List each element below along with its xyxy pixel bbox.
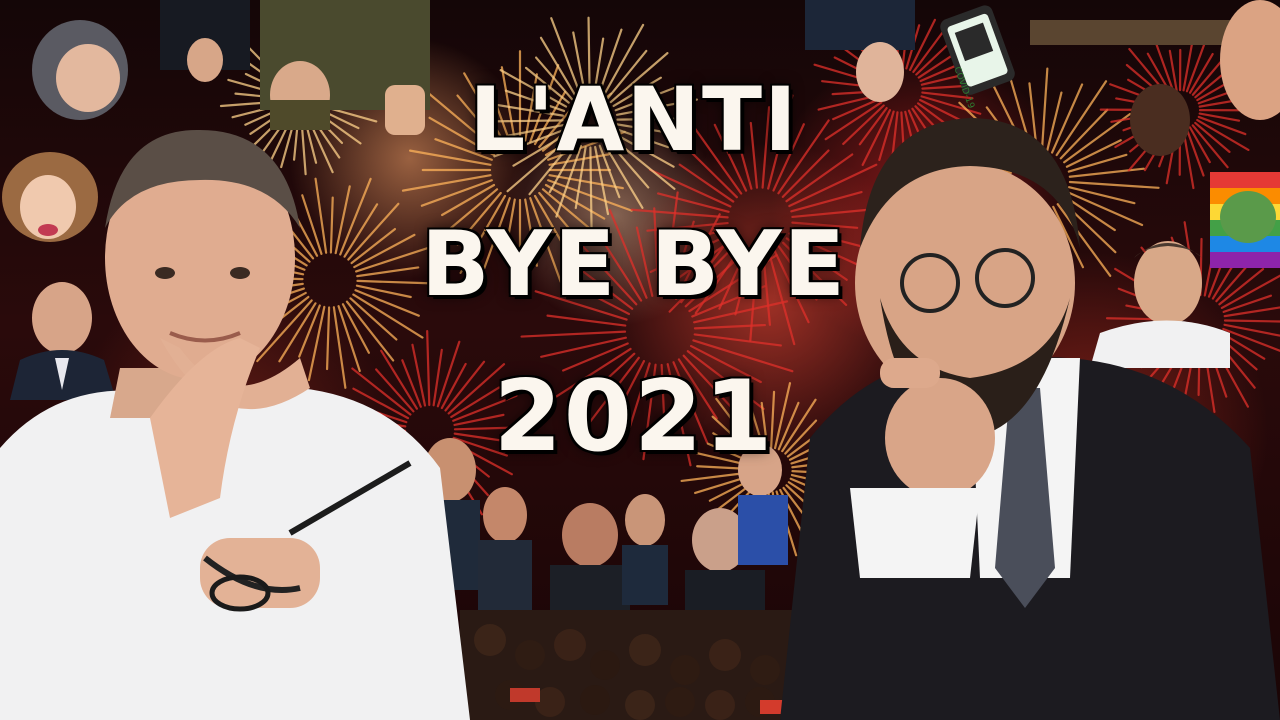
crowd-faces xyxy=(460,610,820,720)
firework-spark xyxy=(520,330,627,338)
firework-spark xyxy=(693,323,766,330)
firework-spark xyxy=(546,314,627,327)
title-line-2: BYE BYE xyxy=(421,212,847,317)
firework-spark xyxy=(540,336,627,358)
thumbnail-canvas: COVID-19 L'ANTI BYE BYE 2021 xyxy=(0,0,1280,720)
title-line-1: L'ANTI xyxy=(469,68,799,171)
title-line-3: 2021 xyxy=(493,360,775,474)
firework-spark xyxy=(656,192,730,213)
